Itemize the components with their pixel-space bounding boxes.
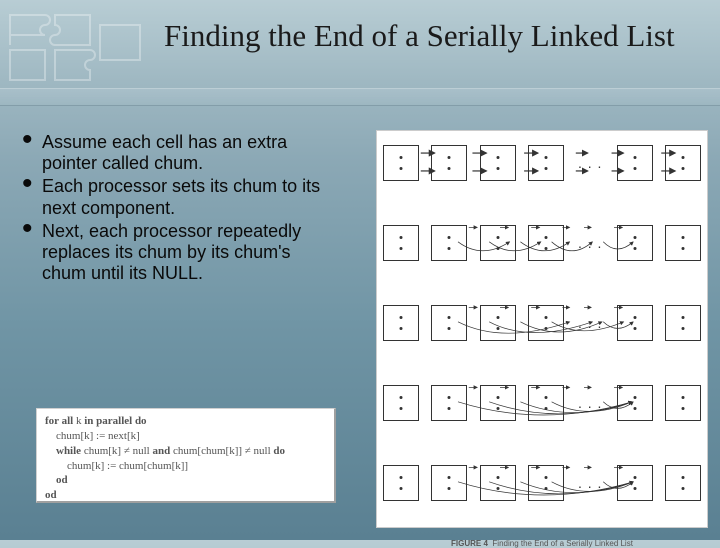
list-cell	[617, 305, 653, 341]
code-kw: do	[273, 445, 285, 457]
list-cell	[528, 145, 564, 181]
list-cell	[480, 465, 516, 501]
code-kw: while	[45, 445, 84, 457]
ellipsis: . . .	[576, 395, 604, 411]
diagram-caption: FIGURE 4 Finding the End of a Serially L…	[383, 539, 701, 548]
caption-label: FIGURE 4	[451, 539, 488, 548]
code-line: od	[45, 473, 326, 488]
ellipsis: . . .	[576, 155, 604, 171]
list-cell	[480, 145, 516, 181]
list-cell	[528, 305, 564, 341]
diagram-row-3: . . .	[383, 299, 701, 347]
list-cell	[383, 385, 419, 421]
list-cell	[665, 465, 701, 501]
list-cell	[617, 385, 653, 421]
code-kw: for all	[45, 415, 76, 427]
list-cell	[480, 385, 516, 421]
algorithm-code: for all k in parallel do chum[k] := next…	[36, 408, 336, 503]
code-kw: in parallel do	[84, 415, 146, 427]
list-cell	[528, 465, 564, 501]
code-kw: and	[152, 445, 173, 457]
diagram-row-2: . . .	[383, 219, 701, 267]
diagram-row-4: . . .	[383, 379, 701, 427]
code-txt: k	[76, 415, 84, 427]
list-cell	[617, 225, 653, 261]
diagram-row-1: . . .	[383, 139, 701, 187]
list-cell	[431, 145, 467, 181]
list-cell	[665, 225, 701, 261]
linked-list-diagram: . . . . . .	[376, 130, 708, 528]
list-cell	[528, 225, 564, 261]
list-cell	[431, 225, 467, 261]
list-cell	[528, 385, 564, 421]
list-cell	[383, 305, 419, 341]
slide-title: Finding the End of a Serially Linked Lis…	[164, 18, 704, 54]
list-cell	[431, 305, 467, 341]
header-divider	[0, 88, 720, 106]
list-cell	[431, 385, 467, 421]
code-line: od	[45, 488, 326, 503]
ellipsis: . . .	[576, 315, 604, 331]
bullet-content: Assume each cell has an extra pointer ca…	[20, 132, 330, 287]
bullet-2: Each processor sets its chum to its next…	[20, 176, 330, 218]
list-cell	[383, 465, 419, 501]
list-cell	[480, 225, 516, 261]
list-cell	[665, 145, 701, 181]
list-cell	[617, 465, 653, 501]
ellipsis: . . .	[576, 235, 604, 251]
list-cell	[431, 465, 467, 501]
list-cell	[665, 305, 701, 341]
code-txt: chum[k] ≠ null	[84, 445, 153, 457]
list-cell	[383, 145, 419, 181]
list-cell	[617, 145, 653, 181]
code-txt: chum[chum[k]] ≠ null	[173, 445, 273, 457]
bullet-3: Next, each processor repeatedly replaces…	[20, 221, 330, 285]
ellipsis: . . .	[576, 475, 604, 491]
code-line: chum[k] := chum[chum[k]]	[45, 459, 326, 474]
bullet-1: Assume each cell has an extra pointer ca…	[20, 132, 330, 174]
list-cell	[480, 305, 516, 341]
caption-text: Finding the End of a Serially Linked Lis…	[492, 539, 633, 548]
code-line: chum[k] := next[k]	[45, 429, 326, 444]
list-cell	[665, 385, 701, 421]
diagram-row-5: . . .	[383, 459, 701, 507]
list-cell	[383, 225, 419, 261]
